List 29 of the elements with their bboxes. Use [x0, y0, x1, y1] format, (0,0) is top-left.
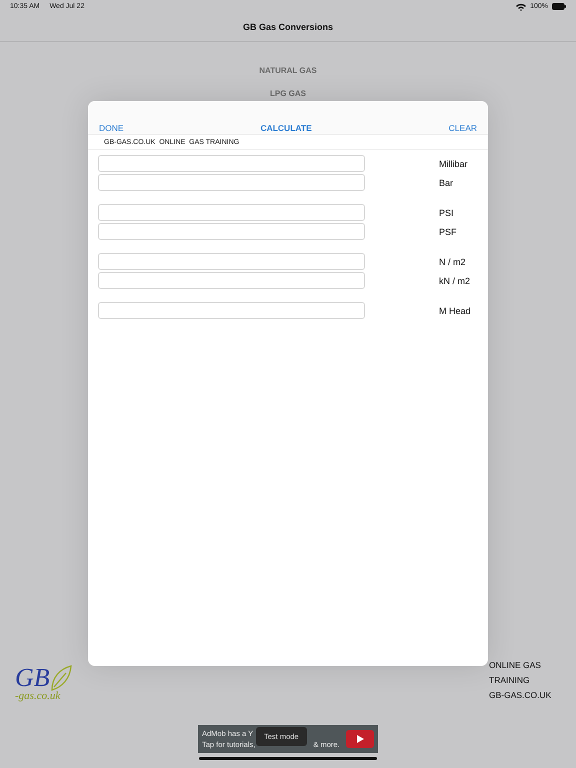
nav-title: GB Gas Conversions [242, 22, 334, 32]
input-field[interactable] [98, 204, 365, 221]
input-field[interactable] [98, 253, 365, 270]
unit-label: M Head [439, 306, 471, 316]
input-field[interactable] [98, 302, 365, 319]
logo-text: GB [15, 665, 50, 691]
done-button[interactable]: DONE [99, 122, 124, 132]
input-field[interactable] [98, 174, 365, 191]
calculate-button[interactable]: CALCULATE [260, 122, 312, 132]
menu-item[interactable]: LPG GAS [270, 89, 306, 98]
unit-label: PSF [439, 226, 457, 236]
input-field[interactable] [98, 223, 365, 240]
unit-label: Millibar [439, 158, 468, 168]
footer-text: TRAINING [489, 675, 531, 685]
unit-label: kN / m2 [439, 276, 470, 286]
unit-label: PSI [439, 208, 454, 218]
footer-text: ONLINE GAS [489, 660, 542, 670]
wifi-icon [516, 2, 526, 10]
leaf-icon [50, 665, 72, 691]
unit-label: N / m2 [439, 256, 466, 266]
footer-text: GB-GAS.CO.UK [489, 690, 552, 700]
clear-button[interactable]: CLEAR [448, 122, 477, 132]
unit-label: Bar [439, 178, 454, 188]
battery-icon [552, 3, 566, 10]
input-field[interactable] [98, 155, 365, 172]
logo-subtext: -gas.co.uk [15, 691, 62, 702]
input-field[interactable] [98, 272, 365, 289]
play-icon[interactable] [346, 730, 374, 748]
menu-item[interactable]: NATURAL GAS [259, 66, 317, 75]
